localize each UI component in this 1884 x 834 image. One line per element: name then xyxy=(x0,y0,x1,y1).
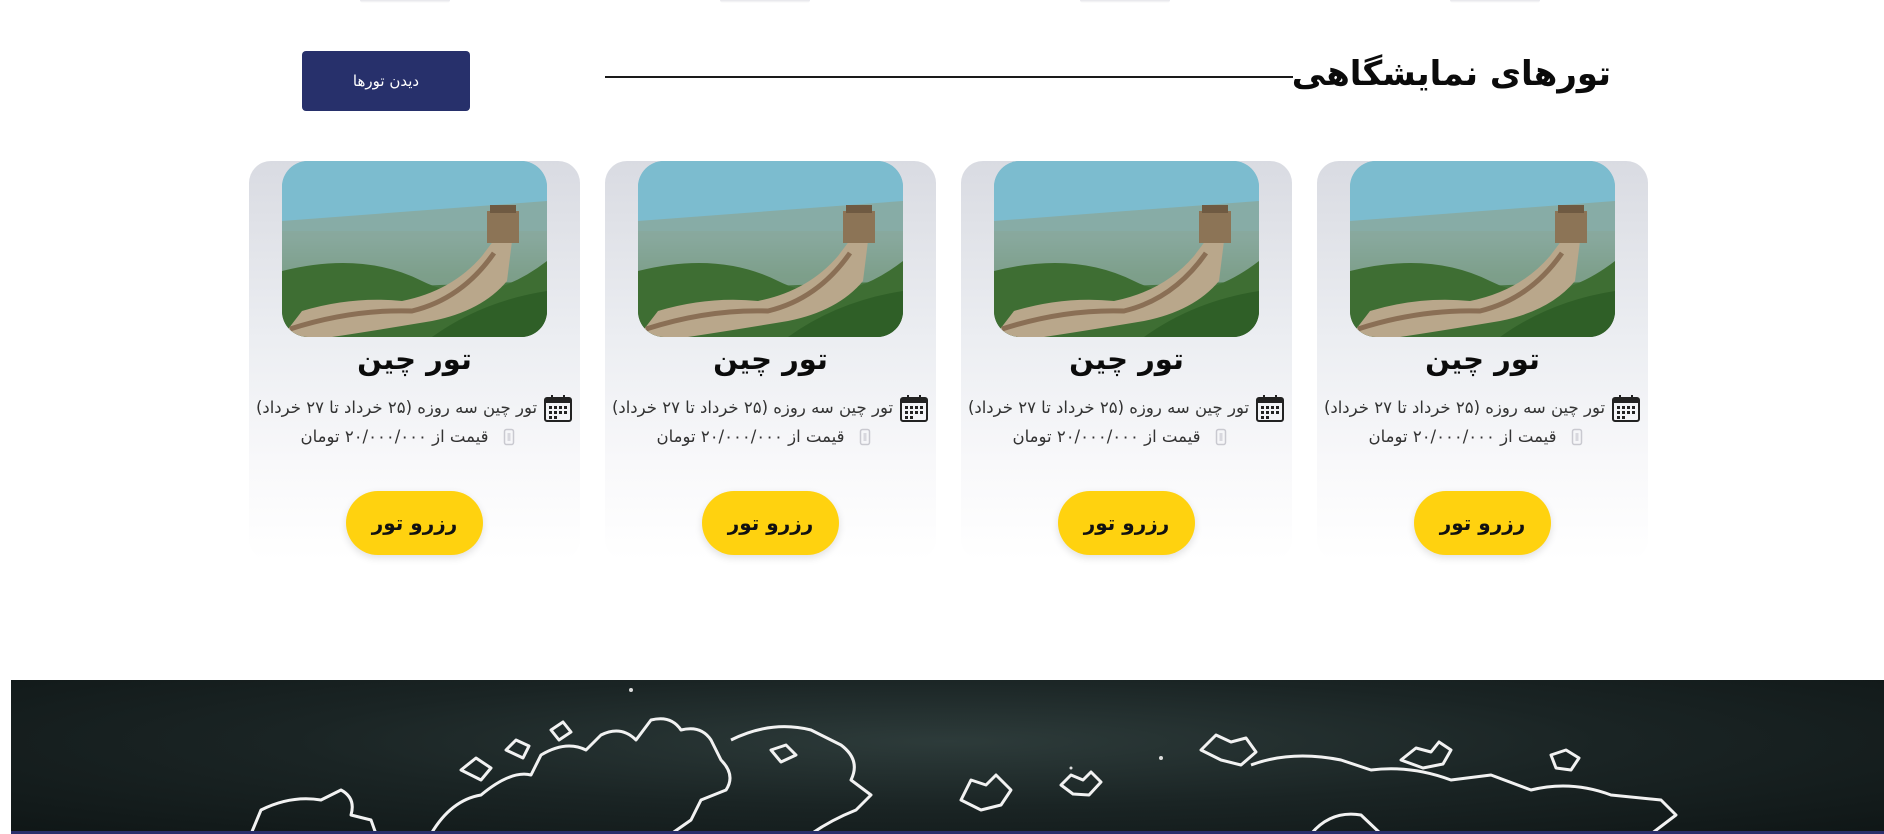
tour-cards: تور چین تور چین سه روزه (۲۵ خرداد تا ۲۷ … xyxy=(249,161,1649,561)
tour-price-row: قیمت از ۲۰/۰۰۰/۰۰۰ تومان xyxy=(605,423,936,451)
great-wall-image xyxy=(282,161,547,337)
tour-price: قیمت از ۲۰/۰۰۰/۰۰۰ تومان xyxy=(656,427,845,446)
tour-dates-row: تور چین سه روزه (۲۵ خرداد تا ۲۷ خرداد) xyxy=(605,393,936,423)
tour-price: قیمت از ۲۰/۰۰۰/۰۰۰ تومان xyxy=(300,427,489,446)
tour-info: تور چین سه روزه (۲۵ خرداد تا ۲۷ خرداد) ق… xyxy=(605,393,936,451)
tour-price: قیمت از ۲۰/۰۰۰/۰۰۰ تومان xyxy=(1012,427,1201,446)
price-tag-icon xyxy=(503,428,514,446)
tour-dates: تور چین سه روزه (۲۵ خرداد تا ۲۷ خرداد) xyxy=(255,398,538,417)
reserve-tour-button[interactable]: رزرو تور xyxy=(1058,491,1195,555)
tour-card: تور چین تور چین سه روزه (۲۵ خرداد تا ۲۷ … xyxy=(1317,161,1648,561)
reserve-tour-button[interactable]: رزرو تور xyxy=(346,491,483,555)
tour-card: تور چین تور چین سه روزه (۲۵ خرداد تا ۲۷ … xyxy=(961,161,1292,561)
price-tag-icon xyxy=(1571,428,1582,446)
tour-price-row: قیمت از ۲۰/۰۰۰/۰۰۰ تومان xyxy=(1317,423,1648,451)
tour-dates-row: تور چین سه روزه (۲۵ خرداد تا ۲۷ خرداد) xyxy=(961,393,1292,423)
tour-title: تور چین xyxy=(1425,342,1540,376)
view-tours-button[interactable]: دیدن تورها xyxy=(302,51,470,111)
section-title: تورهای نمایشگاهی xyxy=(1291,54,1611,94)
world-map-chalkboard xyxy=(249,688,1678,834)
tour-card: تور چین تور چین سه روزه (۲۵ خرداد تا ۲۷ … xyxy=(249,161,580,561)
page: تورهای نمایشگاهی دیدن تورها تور چین تور … xyxy=(0,0,1884,834)
great-wall-image xyxy=(994,161,1259,337)
price-tag-icon xyxy=(859,428,870,446)
calendar-icon xyxy=(544,395,573,422)
tour-info: تور چین سه روزه (۲۵ خرداد تا ۲۷ خرداد) ق… xyxy=(249,393,580,451)
world-map-banner xyxy=(11,680,1884,834)
section-header: تورهای نمایشگاهی دیدن تورها xyxy=(0,50,1884,112)
great-wall-image xyxy=(638,161,903,337)
tour-card: تور چین تور چین سه روزه (۲۵ خرداد تا ۲۷ … xyxy=(605,161,936,561)
header-divider xyxy=(605,76,1293,78)
tour-dates: تور چین سه روزه (۲۵ خرداد تا ۲۷ خرداد) xyxy=(967,398,1250,417)
tour-title: تور چین xyxy=(1069,342,1184,376)
price-tag-icon xyxy=(1215,428,1226,446)
tour-title: تور چین xyxy=(713,342,828,376)
tour-info: تور چین سه روزه (۲۵ خرداد تا ۲۷ خرداد) ق… xyxy=(1317,393,1648,451)
tour-price: قیمت از ۲۰/۰۰۰/۰۰۰ تومان xyxy=(1368,427,1557,446)
tour-price-row: قیمت از ۲۰/۰۰۰/۰۰۰ تومان xyxy=(961,423,1292,451)
tour-price-row: قیمت از ۲۰/۰۰۰/۰۰۰ تومان xyxy=(249,423,580,451)
reserve-tour-button[interactable]: رزرو تور xyxy=(1414,491,1551,555)
tour-dates-row: تور چین سه روزه (۲۵ خرداد تا ۲۷ خرداد) xyxy=(249,393,580,423)
tour-dates: تور چین سه روزه (۲۵ خرداد تا ۲۷ خرداد) xyxy=(611,398,894,417)
calendar-icon xyxy=(1256,395,1285,422)
tour-info: تور چین سه روزه (۲۵ خرداد تا ۲۷ خرداد) ق… xyxy=(961,393,1292,451)
top-decoration xyxy=(0,0,1884,6)
tour-title: تور چین xyxy=(357,342,472,376)
calendar-icon xyxy=(900,395,929,422)
great-wall-image xyxy=(1350,161,1615,337)
reserve-tour-button[interactable]: رزرو تور xyxy=(702,491,839,555)
calendar-icon xyxy=(1612,395,1641,422)
tour-dates: تور چین سه روزه (۲۵ خرداد تا ۲۷ خرداد) xyxy=(1323,398,1606,417)
tour-dates-row: تور چین سه روزه (۲۵ خرداد تا ۲۷ خرداد) xyxy=(1317,393,1648,423)
